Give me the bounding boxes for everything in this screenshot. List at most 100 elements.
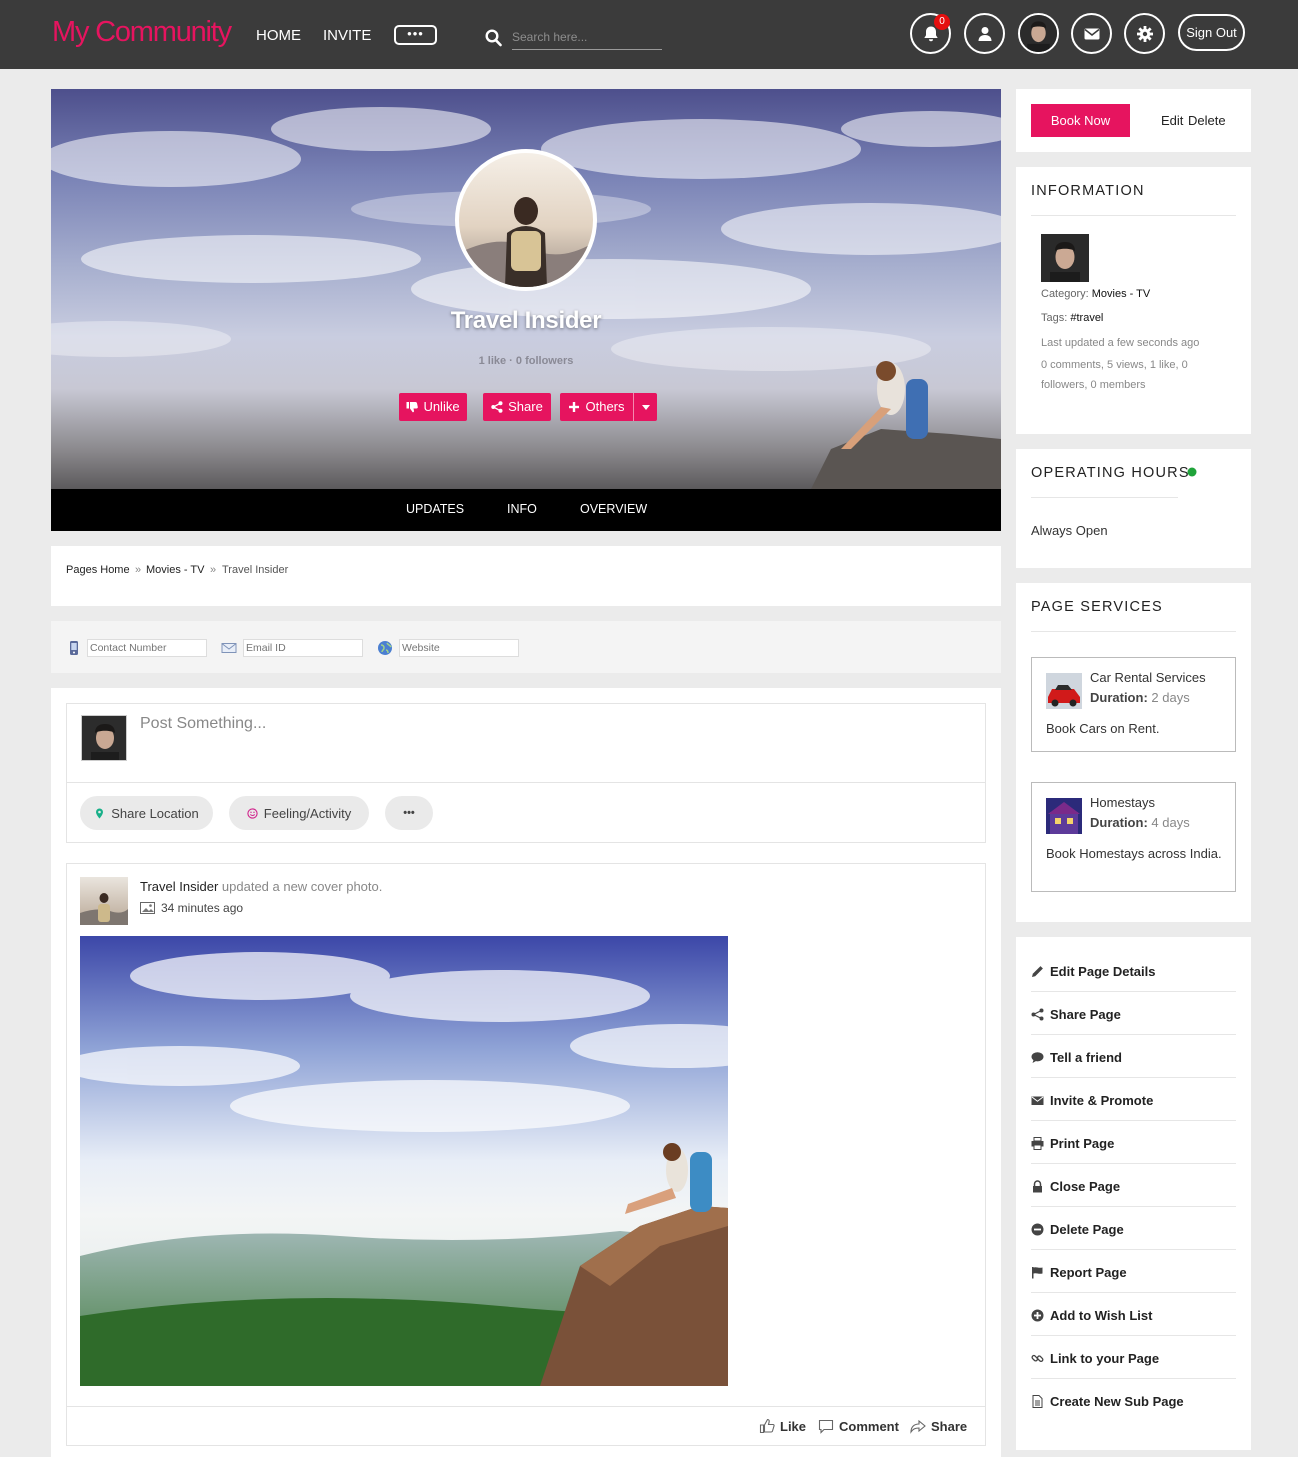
share-arrow-icon (910, 1419, 926, 1434)
site-logo[interactable]: My Community (52, 16, 232, 49)
search-input[interactable] (512, 24, 662, 50)
information-title: INFORMATION (1031, 183, 1145, 199)
composer-more-button[interactable]: ••• (385, 796, 433, 830)
user-icon (978, 26, 991, 41)
like-label: Like (780, 1418, 807, 1434)
envelope-icon (1031, 1096, 1044, 1105)
flag-icon (1032, 1266, 1043, 1278)
book-now-button[interactable]: Book Now (1031, 104, 1130, 137)
service-card[interactable]: Car Rental Services Duration: 2 days Boo… (1031, 657, 1236, 752)
feeling-activity-button[interactable]: Feeling/Activity (229, 796, 369, 830)
share-location-label: Share Location (111, 805, 199, 821)
post-share-button[interactable]: Share (910, 1418, 967, 1434)
edit-page-details-link[interactable]: Edit Page Details (1031, 949, 1236, 992)
link-to-your-page-link[interactable]: Link to your Page (1031, 1336, 1236, 1379)
envelope-icon (1084, 28, 1099, 39)
post-share-label: Share (931, 1418, 968, 1434)
others-button[interactable]: Others (560, 393, 633, 421)
share-label: Share (508, 399, 543, 414)
contact-bar (51, 621, 1001, 673)
sign-out-button[interactable]: Sign Out (1178, 14, 1245, 51)
breadcrumb-pages-home[interactable]: Pages Home (66, 564, 130, 576)
gear-icon (1136, 25, 1153, 42)
duration-label: Duration: (1090, 690, 1148, 705)
nav-home[interactable]: HOME (256, 27, 301, 44)
others-dropdown-toggle[interactable] (633, 393, 657, 421)
email-icon (221, 643, 237, 653)
open-status-dot (1187, 467, 1197, 477)
comment-icon (818, 1419, 834, 1434)
car-image (1046, 673, 1082, 709)
tag-travel[interactable]: #travel (1070, 312, 1103, 324)
post-input[interactable]: Post Something... (140, 715, 266, 733)
category-line: Category: Movies - TV (1041, 288, 1150, 300)
notifications-button[interactable]: 0 (910, 13, 951, 54)
avatar-image (82, 716, 126, 760)
invite-promote-link[interactable]: Invite & Promote (1031, 1078, 1236, 1121)
category-label: Category: (1041, 288, 1089, 300)
messages-button[interactable] (1071, 13, 1112, 54)
owner-avatar[interactable] (1041, 234, 1089, 282)
page-options-menu: Edit Page Details Share Page Tell a frie… (1016, 937, 1251, 1450)
action-label: Share Page (1050, 1006, 1121, 1022)
thumbs-up-icon (759, 1418, 775, 1434)
post-composer: Post Something... Share Location Feeling… (66, 703, 986, 843)
friend-requests-button[interactable] (964, 13, 1005, 54)
service-name[interactable]: Homestays (1090, 795, 1155, 810)
tell-a-friend-link[interactable]: Tell a friend (1031, 1035, 1236, 1078)
action-label: Report Page (1050, 1264, 1127, 1280)
share-location-button[interactable]: Share Location (80, 796, 213, 830)
email-field[interactable] (243, 639, 363, 657)
share-button[interactable]: Share (483, 393, 551, 421)
service-duration: Duration: 4 days (1090, 815, 1190, 830)
search-icon[interactable] (485, 29, 502, 47)
share-page-link[interactable]: Share Page (1031, 992, 1236, 1035)
tab-updates[interactable]: UPDATES (406, 502, 464, 516)
post-meta: 34 minutes ago (140, 901, 243, 915)
minus-circle-icon (1031, 1223, 1044, 1235)
unlike-button[interactable]: Unlike (399, 393, 467, 421)
close-page-link[interactable]: Close Page (1031, 1164, 1236, 1207)
create-new-sub-page-link[interactable]: Create New Sub Page (1031, 1379, 1236, 1422)
edit-link[interactable]: Edit (1161, 113, 1183, 128)
notification-count-badge: 0 (934, 14, 950, 30)
tab-overview[interactable]: OVERVIEW (580, 502, 647, 516)
service-thumbnail (1046, 673, 1082, 709)
action-label: Delete Page (1050, 1221, 1124, 1237)
like-button[interactable]: Like (759, 1418, 806, 1434)
contact-number-field[interactable] (87, 639, 207, 657)
cover-photo: Travel Insider 1 like · 0 followers Unli… (51, 89, 1001, 489)
activity-feed: Post Something... Share Location Feeling… (51, 688, 1001, 1457)
delete-link[interactable]: Delete (1188, 113, 1226, 128)
print-page-link[interactable]: Print Page (1031, 1121, 1236, 1164)
report-page-link[interactable]: Report Page (1031, 1250, 1236, 1293)
settings-button[interactable] (1124, 13, 1165, 54)
nav-more-button[interactable]: ••• (394, 25, 437, 45)
action-label: Link to your Page (1050, 1350, 1160, 1366)
page-title: Travel Insider (450, 307, 602, 334)
add-to-wish-list-link[interactable]: Add to Wish List (1031, 1293, 1236, 1336)
divider (1031, 631, 1236, 632)
breadcrumb-category[interactable]: Movies - TV (146, 564, 204, 576)
nav-invite[interactable]: INVITE (323, 27, 371, 44)
breadcrumb-current: Travel Insider (222, 564, 289, 576)
user-avatar-button[interactable] (1018, 13, 1059, 54)
website-field[interactable] (399, 639, 519, 657)
comment-label: Comment (839, 1418, 899, 1434)
profile-picture[interactable] (455, 149, 597, 291)
delete-page-link[interactable]: Delete Page (1031, 1207, 1236, 1250)
post-author-avatar[interactable] (80, 877, 128, 925)
chat-bubble-icon (1031, 1051, 1044, 1063)
post-cover-photo[interactable] (80, 936, 728, 1386)
comment-button[interactable]: Comment (818, 1418, 899, 1434)
category-value[interactable]: Movies - TV (1092, 288, 1150, 300)
service-name[interactable]: Car Rental Services (1090, 670, 1206, 685)
last-updated: Last updated a few seconds ago (1041, 337, 1200, 349)
tab-info[interactable]: INFO (507, 502, 537, 516)
post-timestamp[interactable]: 34 minutes ago (161, 901, 243, 915)
homestay-image (1046, 798, 1082, 834)
post-author-name[interactable]: Travel Insider (140, 879, 218, 894)
duration-label: Duration: (1090, 815, 1148, 830)
feeling-activity-label: Feeling/Activity (263, 805, 352, 821)
service-card[interactable]: Homestays Duration: 4 days Book Homestay… (1031, 782, 1236, 892)
